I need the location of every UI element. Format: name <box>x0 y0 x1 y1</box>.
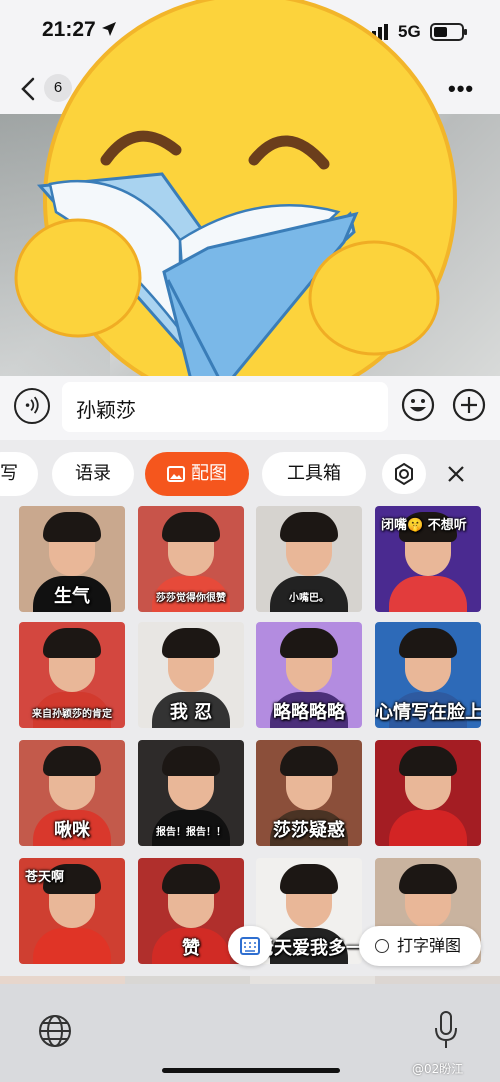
sticker-hair <box>162 864 220 894</box>
message-input[interactable]: 孙颖莎 <box>62 382 388 432</box>
sticker-hair <box>280 512 338 542</box>
sticker-figure <box>33 928 111 964</box>
radio-icon <box>375 939 389 953</box>
sticker-tile[interactable]: 莎莎觉得你很赞 <box>138 506 244 612</box>
reading-emoji-sticker <box>14 0 457 407</box>
sticker-tile[interactable]: 老天爱我多一点 <box>256 858 362 964</box>
sticker-hair <box>43 746 101 776</box>
close-icon[interactable] <box>436 454 476 494</box>
sticker-caption: 来自孙颖莎的肯定 <box>32 709 112 720</box>
sticker-hair <box>43 512 101 542</box>
sticker-caption: 闭嘴🤫 不想听 <box>381 518 467 533</box>
sticker-figure <box>389 576 467 612</box>
sticker-caption: 小嘴巴。 <box>289 593 329 604</box>
tab-images[interactable]: 配图 <box>145 452 249 496</box>
sticker-hair <box>280 864 338 894</box>
sticker-tile[interactable] <box>375 740 481 846</box>
sticker-figure <box>389 810 467 846</box>
sticker-row-partial <box>0 976 500 984</box>
sticker-tile[interactable]: 报告！报告！！ <box>138 740 244 846</box>
sticker-tile[interactable]: 闭嘴🤫 不想听 <box>375 506 481 612</box>
sticker-caption: 心情写在脸上 <box>375 702 481 723</box>
sticker-hair <box>162 746 220 776</box>
smile-icon[interactable] <box>401 388 435 422</box>
sticker-caption: 啾咪 <box>54 820 90 841</box>
sticker-tile[interactable]: 来自孙颖莎的肯定 <box>19 622 125 728</box>
sticker-caption: 略略略略 <box>273 702 345 723</box>
keyboard-icon[interactable] <box>228 926 272 966</box>
sticker-hair <box>399 864 457 894</box>
keyboard-bottom-bar: @02盼江 <box>0 984 500 1082</box>
mic-icon[interactable] <box>432 1010 460 1050</box>
sticker-hair <box>399 628 457 658</box>
globe-icon[interactable] <box>38 1014 72 1048</box>
sticker-tile[interactable]: 我 忍 <box>138 622 244 728</box>
sticker-caption: 我 忍 <box>169 702 213 723</box>
picture-icon <box>167 466 185 482</box>
keyboard-tab-bar: 写 语录 配图 工具箱 <box>0 440 500 504</box>
sticker-caption: 报告！报告！！ <box>156 827 226 838</box>
sticker-hair <box>280 628 338 658</box>
sticker-tile[interactable]: 小嘴巴。 <box>256 506 362 612</box>
sticker-tile[interactable]: 生气 <box>19 506 125 612</box>
sticker-hair <box>43 628 101 658</box>
sticker-hair <box>280 746 338 776</box>
sticker-caption: 苍天啊 <box>25 870 65 885</box>
sticker-tile[interactable]: 略略略略 <box>256 622 362 728</box>
tab-write[interactable]: 写 <box>0 452 38 496</box>
tab-quotes[interactable]: 语录 <box>52 452 134 496</box>
home-indicator <box>162 1068 340 1073</box>
sticker-tile[interactable]: 苍天啊 <box>19 858 125 964</box>
sticker-hair <box>162 512 220 542</box>
voice-icon[interactable] <box>14 388 50 424</box>
gear-icon[interactable] <box>382 454 426 494</box>
sticker-caption: 莎莎觉得你很赞 <box>156 593 226 604</box>
sticker-hair <box>399 746 457 776</box>
tab-images-label: 配图 <box>191 463 227 484</box>
input-row: 孙颖莎 <box>0 376 500 440</box>
sticker-tile[interactable]: 心情写在脸上 <box>375 622 481 728</box>
sticker-caption: 生气 <box>54 586 90 607</box>
sticker-tile[interactable]: 莎莎疑惑 <box>256 740 362 846</box>
sticker-grid: 生气 莎莎觉得你很赞 小嘴巴。 闭嘴🤫 不想听来自孙颖莎的肯定 我 忍 略略略略 心情写在脸… <box>0 504 500 984</box>
watermark: @02盼江 <box>412 1062 464 1076</box>
plus-icon[interactable] <box>452 388 486 422</box>
typing-popup-button[interactable]: 打字弹图 <box>359 926 481 966</box>
sticker-tile[interactable]: 啾咪 <box>19 740 125 846</box>
sticker-caption: 莎莎疑惑 <box>273 820 345 841</box>
typing-popup-label: 打字弹图 <box>397 936 462 955</box>
sticker-hair <box>162 628 220 658</box>
tab-tools[interactable]: 工具箱 <box>262 452 366 496</box>
